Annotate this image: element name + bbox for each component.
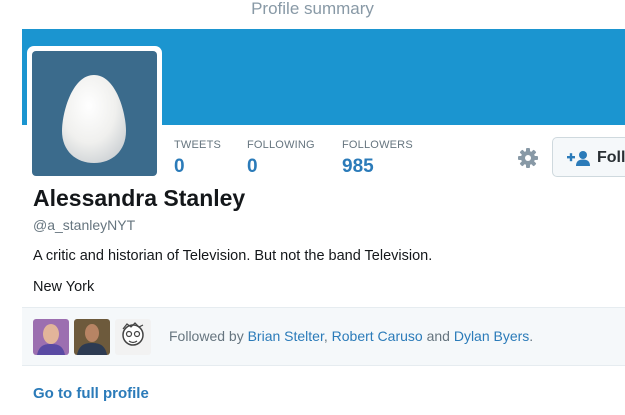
profile-handle[interactable]: @a_stanleyNYT bbox=[33, 217, 135, 233]
profile-bio: A critic and historian of Television. Bu… bbox=[33, 248, 433, 264]
follower-link-brian-stelter[interactable]: Brian Stelter bbox=[248, 328, 324, 344]
followed-by-separator: , bbox=[323, 328, 328, 344]
follow-button-label: Foll bbox=[597, 149, 625, 166]
followed-by-prefix: Followed by bbox=[169, 328, 244, 344]
default-egg-avatar-icon bbox=[32, 51, 157, 176]
avatar[interactable] bbox=[27, 46, 162, 181]
stat-label: TWEETS bbox=[174, 139, 222, 151]
add-user-icon bbox=[567, 150, 591, 171]
stat-label: FOLLOWING bbox=[247, 139, 315, 151]
go-to-full-profile-link[interactable]: Go to full profile bbox=[33, 385, 149, 402]
stat-tweets[interactable]: TWEETS 0 bbox=[174, 138, 221, 178]
stat-value: 985 bbox=[342, 156, 374, 177]
followed-by-text: Followed by Brian Stelter, Robert Caruso… bbox=[169, 328, 533, 344]
stat-followers[interactable]: FOLLOWERS 985 bbox=[342, 138, 413, 178]
profile-location: New York bbox=[33, 279, 95, 295]
followed-by-bar: Followed by Brian Stelter, Robert Caruso… bbox=[22, 307, 625, 366]
follower-avatar[interactable] bbox=[33, 319, 69, 355]
stat-value: 0 bbox=[174, 156, 185, 177]
follow-button[interactable]: Foll bbox=[552, 137, 625, 177]
follower-avatar[interactable] bbox=[115, 319, 151, 355]
stat-following[interactable]: FOLLOWING 0 bbox=[247, 138, 315, 178]
follower-link-dylan-byers[interactable]: Dylan Byers bbox=[454, 328, 529, 344]
stat-label: FOLLOWERS bbox=[342, 139, 413, 151]
followed-by-suffix: . bbox=[529, 328, 534, 344]
stat-value: 0 bbox=[247, 156, 258, 177]
modal-title: Profile summary bbox=[251, 0, 374, 18]
gear-icon[interactable] bbox=[517, 147, 539, 169]
follower-link-robert-caruso[interactable]: Robert Caruso bbox=[332, 328, 423, 344]
followed-by-conjunction: and bbox=[426, 328, 450, 344]
follower-avatar[interactable] bbox=[74, 319, 110, 355]
profile-name[interactable]: Alessandra Stanley bbox=[33, 185, 245, 212]
